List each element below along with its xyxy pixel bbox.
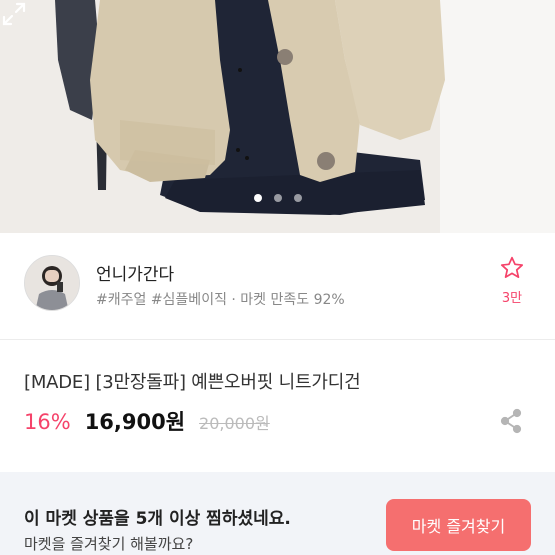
- expand-arrows-icon[interactable]: [0, 0, 28, 28]
- share-icon[interactable]: [498, 408, 524, 434]
- star-outline-icon: [500, 256, 524, 278]
- carousel-dot[interactable]: [253, 194, 262, 202]
- product-info: [MADE] [3만장돌파] 예쁜오버핏 니트가디건 16% 16,900원 2…: [0, 340, 555, 472]
- banner-question: 마켓을 즐겨찾기 해볼까요?: [24, 535, 194, 553]
- avatar-image: [25, 256, 79, 310]
- favorite-shop-button[interactable]: 3만: [492, 255, 532, 306]
- carousel-dot[interactable]: [293, 194, 302, 202]
- product-title: [MADE] [3만장돌파] 예쁜오버핏 니트가디건: [24, 372, 361, 393]
- shop-avatar[interactable]: [24, 255, 80, 311]
- shop-tags: #캐주얼 #심플베이직 · 마켓 만족도 92%: [96, 292, 345, 308]
- shop-info-row[interactable]: 언니가간다 #캐주얼 #심플베이직 · 마켓 만족도 92% 3만: [0, 233, 555, 340]
- original-price: 20,000원: [199, 414, 270, 433]
- sale-price: 16,900원: [84, 410, 186, 434]
- price-row: 16% 16,900원 20,000원: [24, 406, 270, 436]
- add-market-favorite-button[interactable]: 마켓 즐겨찾기: [386, 499, 531, 551]
- product-image-carousel[interactable]: [0, 0, 555, 233]
- favorite-count: 3만: [501, 291, 523, 306]
- carousel-dot[interactable]: [273, 194, 282, 202]
- carousel-indicator: [0, 194, 555, 202]
- discount-rate: 16%: [24, 410, 71, 434]
- favorite-suggestion-banner: 이 마켓 상품을 5개 이상 찜하셨네요. 마켓을 즐겨찾기 해볼까요? 마켓 …: [0, 472, 555, 555]
- shop-name[interactable]: 언니가간다: [96, 260, 174, 285]
- banner-message: 이 마켓 상품을 5개 이상 찜하셨네요.: [24, 509, 291, 529]
